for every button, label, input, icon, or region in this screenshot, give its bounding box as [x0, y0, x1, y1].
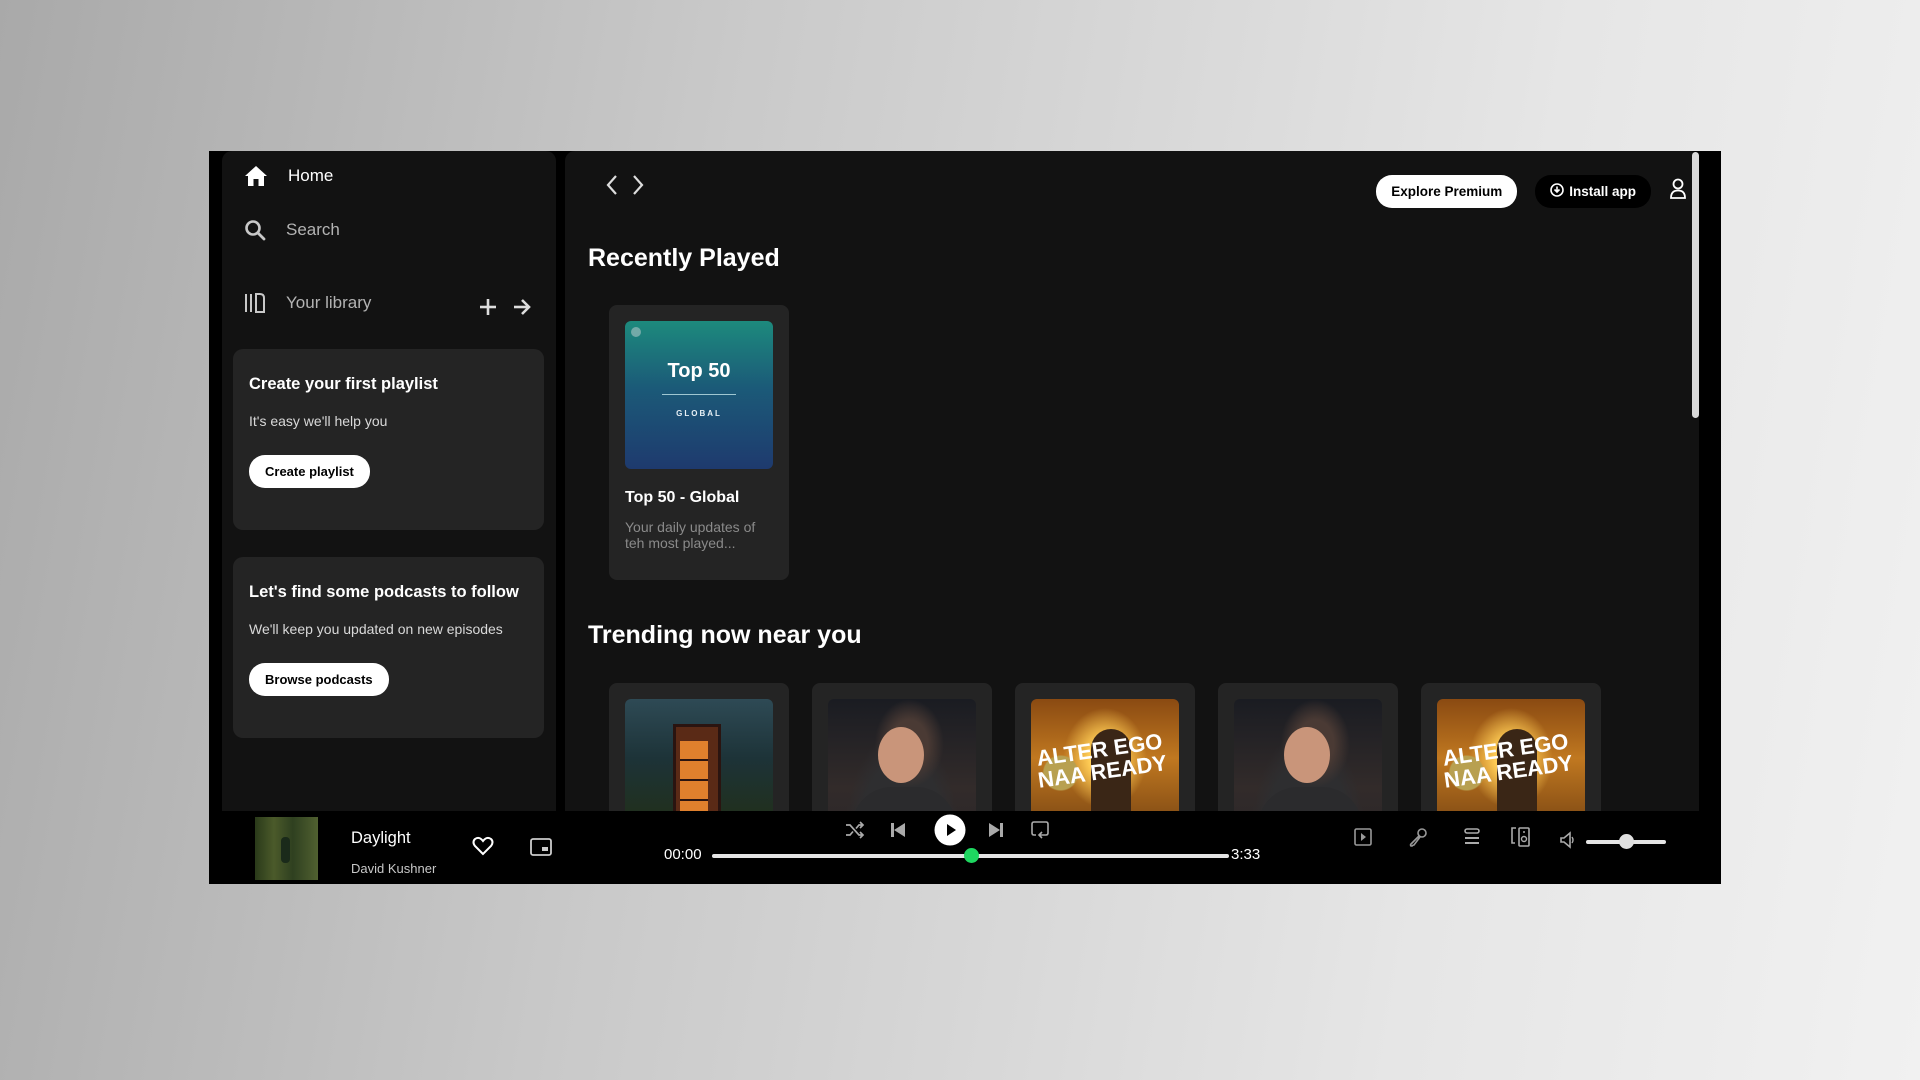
main-scrollbar[interactable] [1692, 152, 1699, 418]
user-icon[interactable] [1669, 178, 1687, 205]
progress-bar[interactable] [712, 848, 1229, 863]
trending-card[interactable] [609, 683, 789, 811]
podcast-card-description: We'll keep you updated on new episodes [249, 621, 503, 637]
next-track-icon[interactable] [987, 821, 1005, 844]
shuffle-icon[interactable] [845, 821, 865, 844]
elapsed-time: 00:00 [664, 846, 702, 863]
lyrics-microphone-icon[interactable] [1408, 827, 1428, 852]
explore-premium-button[interactable]: Explore Premium [1376, 175, 1518, 208]
trending-card[interactable] [812, 683, 992, 811]
phone-booth-cover [625, 699, 773, 811]
plus-icon[interactable] [478, 297, 498, 322]
previous-track-icon[interactable] [889, 821, 907, 844]
sidebar-item-library[interactable]: Your library [244, 292, 371, 314]
queue-icon[interactable] [1463, 828, 1481, 851]
card-title: Top 50 - Global [625, 489, 740, 506]
now-playing-cover[interactable] [255, 817, 318, 880]
sidebar-item-search[interactable]: Search [244, 219, 340, 241]
connect-device-icon[interactable] [1510, 826, 1530, 853]
browse-podcasts-card: Let's find some podcasts to follow We'll… [233, 557, 544, 738]
cover-title: Top 50 [667, 360, 731, 382]
cover-text: ALTER EGO NAA READY [1440, 728, 1575, 793]
card-description: Your daily updates of teh most played... [625, 519, 756, 551]
trending-card[interactable]: ALTER EGO NAA READY [1421, 683, 1601, 811]
singer-portrait-cover [1234, 699, 1382, 811]
back-chevron-icon[interactable] [603, 173, 621, 202]
miniplayer-icon[interactable] [530, 838, 552, 861]
leo-alter-ego-cover: ALTER EGO NAA READY [1437, 699, 1585, 811]
leo-alter-ego-cover: ALTER EGO NAA READY [1031, 699, 1179, 811]
playlist-card-description: It's easy we'll help you [249, 413, 388, 429]
track-artist[interactable]: David Kushner [351, 861, 436, 876]
volume-handle[interactable] [1619, 834, 1634, 849]
repeat-icon[interactable] [1031, 820, 1049, 845]
duration-time: 3:33 [1231, 846, 1261, 863]
trending-card[interactable]: ALTER EGO NAA READY [1015, 683, 1195, 811]
sidebar-item-home[interactable]: Home [244, 165, 333, 187]
download-circle-icon [1550, 183, 1565, 200]
create-playlist-card: Create your first playlist It's easy we'… [233, 349, 544, 530]
trending-heading: Trending now near you [588, 621, 862, 649]
recently-played-heading: Recently Played [588, 244, 780, 272]
spotify-logo-icon [631, 327, 641, 337]
play-button[interactable] [934, 814, 966, 851]
singer-portrait-cover [828, 699, 976, 811]
cover-subtitle: GLOBAL [676, 409, 722, 418]
create-playlist-button[interactable]: Create playlist [249, 455, 370, 488]
heart-icon[interactable] [472, 836, 494, 861]
player-bar: Daylight David Kushner 00:00 3:33 [222, 811, 1721, 884]
cover-text: ALTER EGO NAA READY [1034, 728, 1169, 793]
recent-card-top50-global[interactable]: Top 50 GLOBAL Top 50 - Global Your daily… [609, 305, 789, 580]
top50-cover: Top 50 GLOBAL [625, 321, 773, 469]
search-icon [244, 219, 266, 241]
sidebar-item-label: Search [286, 220, 340, 239]
volume-icon[interactable] [1559, 831, 1577, 854]
forward-chevron-icon[interactable] [629, 173, 647, 202]
arrow-right-icon[interactable] [512, 297, 532, 322]
browse-podcasts-button[interactable]: Browse podcasts [249, 663, 389, 696]
install-app-button[interactable]: Install app [1535, 175, 1651, 208]
playlist-card-title: Create your first playlist [249, 375, 438, 393]
now-playing-view-icon[interactable] [1354, 828, 1372, 851]
sidebar-item-label: Home [288, 166, 334, 185]
podcast-card-title: Let's find some podcasts to follow [249, 583, 519, 601]
progress-handle[interactable] [963, 848, 979, 863]
sidebar: Home Search Your library Create your fir… [222, 151, 556, 811]
home-icon [244, 165, 268, 187]
main-content: Explore Premium Install app Recently Pla… [565, 151, 1699, 811]
volume-slider[interactable] [1586, 834, 1666, 849]
app-window: Home Search Your library Create your fir… [209, 151, 1721, 884]
library-icon [244, 292, 266, 314]
install-app-label: Install app [1569, 184, 1636, 199]
track-title[interactable]: Daylight [351, 829, 411, 848]
sidebar-item-label: Your library [286, 293, 372, 312]
trending-card[interactable] [1218, 683, 1398, 811]
